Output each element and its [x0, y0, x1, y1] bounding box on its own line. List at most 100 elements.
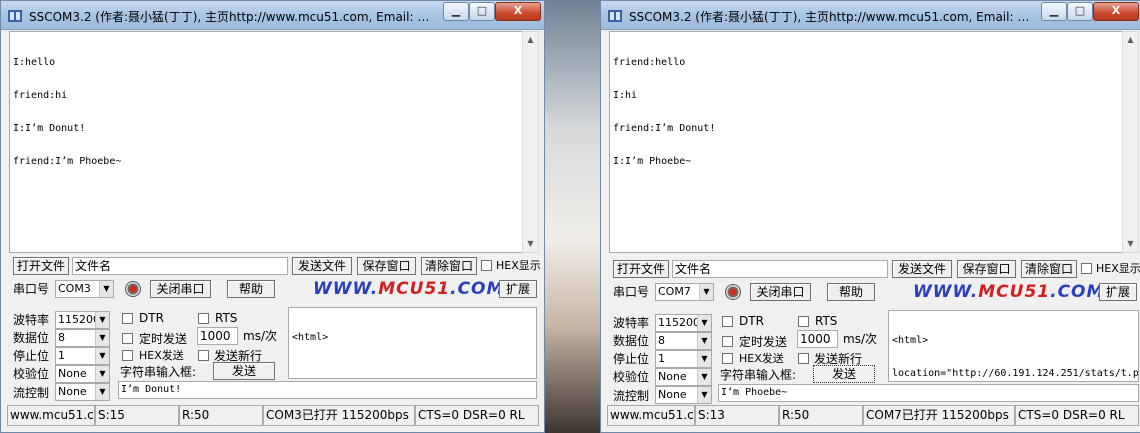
expand-button[interactable]: 扩展 [499, 280, 537, 298]
send-newline-checkbox[interactable] [198, 350, 209, 361]
scroll-down-icon[interactable]: ▼ [523, 236, 538, 252]
close-port-button[interactable]: 关闭串口 [750, 283, 811, 301]
maximize-button[interactable]: □ [1067, 2, 1093, 21]
interval-unit: ms/次 [243, 329, 277, 343]
close-button[interactable]: X [1093, 2, 1139, 21]
receive-scrollbar[interactable]: ▲ ▼ [522, 31, 539, 253]
hex-display-label: HEX显示 [1096, 262, 1140, 275]
stopbits-select[interactable]: 1 ▼ [655, 350, 712, 368]
baud-select[interactable]: 115200 ▼ [655, 314, 712, 332]
logo-brand: MCU51 [378, 279, 451, 299]
open-file-button[interactable]: 打开文件 [13, 257, 69, 275]
chevron-down-icon[interactable]: ▼ [95, 384, 109, 400]
title-bar[interactable]: SSCOM3.2 (作者:聂小猛(丁丁), 主页http://www.mcu51… [601, 1, 1140, 30]
dtr-checkbox[interactable] [722, 316, 733, 327]
hex-display-checkbox[interactable] [1081, 263, 1092, 274]
parity-value: None [658, 370, 687, 383]
flow-value: None [58, 385, 87, 398]
chevron-down-icon[interactable]: ▼ [95, 330, 109, 346]
chevron-down-icon[interactable]: ▼ [697, 333, 711, 349]
rts-checkbox[interactable] [798, 316, 809, 327]
chevron-down-icon[interactable]: ▼ [697, 369, 711, 385]
minimize-button[interactable]: ▁ [443, 2, 469, 21]
send-button[interactable]: 发送 [213, 362, 275, 380]
close-port-button[interactable]: 关闭串口 [150, 280, 211, 298]
chevron-down-icon[interactable]: ▼ [95, 348, 109, 364]
chevron-down-icon[interactable]: ▼ [699, 284, 713, 300]
app-icon [8, 10, 22, 22]
receive-line: I:hi [613, 90, 638, 101]
expand-button[interactable]: 扩展 [1099, 283, 1137, 301]
filename-field[interactable]: 文件名 [672, 260, 888, 278]
hex-display-label: HEX显示 [496, 259, 541, 272]
chevron-down-icon[interactable]: ▼ [95, 366, 109, 382]
timed-send-checkbox[interactable] [122, 333, 133, 344]
databits-select[interactable]: 8 ▼ [55, 329, 110, 347]
send-newline-checkbox[interactable] [798, 353, 809, 364]
send-file-button[interactable]: 发送文件 [892, 260, 952, 278]
title-bar[interactable]: SSCOM3.2 (作者:聂小猛(丁丁), 主页http://www.mcu51… [1, 1, 544, 30]
hex-send-label: HEX发送 [739, 352, 784, 365]
baud-select[interactable]: 115200 ▼ [55, 311, 110, 329]
hex-send-checkbox[interactable] [122, 350, 133, 361]
chevron-down-icon[interactable]: ▼ [697, 315, 711, 331]
save-window-button[interactable]: 保存窗口 [357, 257, 416, 275]
preview-line: <html> [292, 332, 329, 343]
chevron-down-icon[interactable]: ▼ [697, 387, 711, 403]
save-window-button[interactable]: 保存窗口 [957, 260, 1016, 278]
help-button[interactable]: 帮助 [827, 283, 875, 301]
stopbits-label: 停止位 [613, 352, 650, 366]
scroll-up-icon[interactable]: ▲ [1123, 32, 1138, 48]
minimize-button[interactable]: ▁ [1041, 2, 1067, 21]
status-received-count: R:50 [779, 405, 863, 426]
open-file-button[interactable]: 打开文件 [613, 260, 669, 278]
parity-select[interactable]: None ▼ [55, 365, 110, 383]
filename-field[interactable]: 文件名 [72, 257, 288, 275]
scroll-up-icon[interactable]: ▲ [523, 32, 538, 48]
send-button[interactable]: 发送 [813, 365, 875, 383]
rts-checkbox[interactable] [198, 313, 209, 324]
rts-label: RTS [215, 311, 238, 325]
logo-suffix: .COM [450, 279, 505, 299]
sscom-window-com3: SSCOM3.2 (作者:聂小猛(丁丁), 主页http://www.mcu51… [0, 0, 545, 433]
interval-field[interactable]: 1000 [797, 330, 838, 348]
send-preview-panel[interactable]: <html> location="http://60.191.124.251/s… [888, 310, 1139, 382]
receive-area[interactable]: friend:hello I:hi friend:I’m Donut! I:I’… [609, 31, 1122, 253]
flow-select[interactable]: None ▼ [655, 386, 712, 404]
clear-window-button[interactable]: 清除窗口 [421, 257, 477, 275]
flow-label: 流控制 [613, 389, 650, 403]
port-select[interactable]: COM7 ▼ [655, 283, 714, 301]
receive-line: friend:I’m Donut! [613, 123, 716, 134]
interval-field[interactable]: 1000 [197, 327, 238, 345]
chevron-down-icon[interactable]: ▼ [697, 351, 711, 367]
string-input[interactable]: I’m Donut! [118, 381, 537, 399]
string-input[interactable]: I’m Phoebe~ [718, 384, 1139, 402]
receive-area[interactable]: I:hello friend:hi I:I’m Donut! friend:I’… [9, 31, 522, 253]
send-file-button[interactable]: 发送文件 [292, 257, 352, 275]
logo-prefix: WWW. [913, 282, 979, 302]
send-preview-panel[interactable]: <html> [288, 307, 537, 379]
maximize-button[interactable]: □ [469, 2, 495, 21]
logo-brand: MCU51 [978, 282, 1051, 302]
parity-value: None [58, 367, 87, 380]
dtr-checkbox[interactable] [122, 313, 133, 324]
chevron-down-icon[interactable]: ▼ [95, 312, 109, 328]
port-select[interactable]: COM3 ▼ [55, 280, 114, 298]
parity-select[interactable]: None ▼ [655, 368, 712, 386]
timed-send-checkbox[interactable] [722, 336, 733, 347]
clear-window-button[interactable]: 清除窗口 [1021, 260, 1077, 278]
databits-select[interactable]: 8 ▼ [655, 332, 712, 350]
dtr-label: DTR [739, 314, 764, 328]
hex-display-checkbox[interactable] [481, 260, 492, 271]
hex-send-checkbox[interactable] [722, 353, 733, 364]
scroll-down-icon[interactable]: ▼ [1123, 236, 1138, 252]
close-button[interactable]: X [495, 2, 541, 21]
flow-select[interactable]: None ▼ [55, 383, 110, 401]
receive-scrollbar[interactable]: ▲ ▼ [1122, 31, 1139, 253]
logo-suffix: .COM [1050, 282, 1105, 302]
help-button[interactable]: 帮助 [227, 280, 275, 298]
chevron-down-icon[interactable]: ▼ [99, 281, 113, 297]
stopbits-select[interactable]: 1 ▼ [55, 347, 110, 365]
timed-send-label: 定时发送 [739, 335, 788, 349]
baud-label: 波特率 [13, 313, 50, 327]
